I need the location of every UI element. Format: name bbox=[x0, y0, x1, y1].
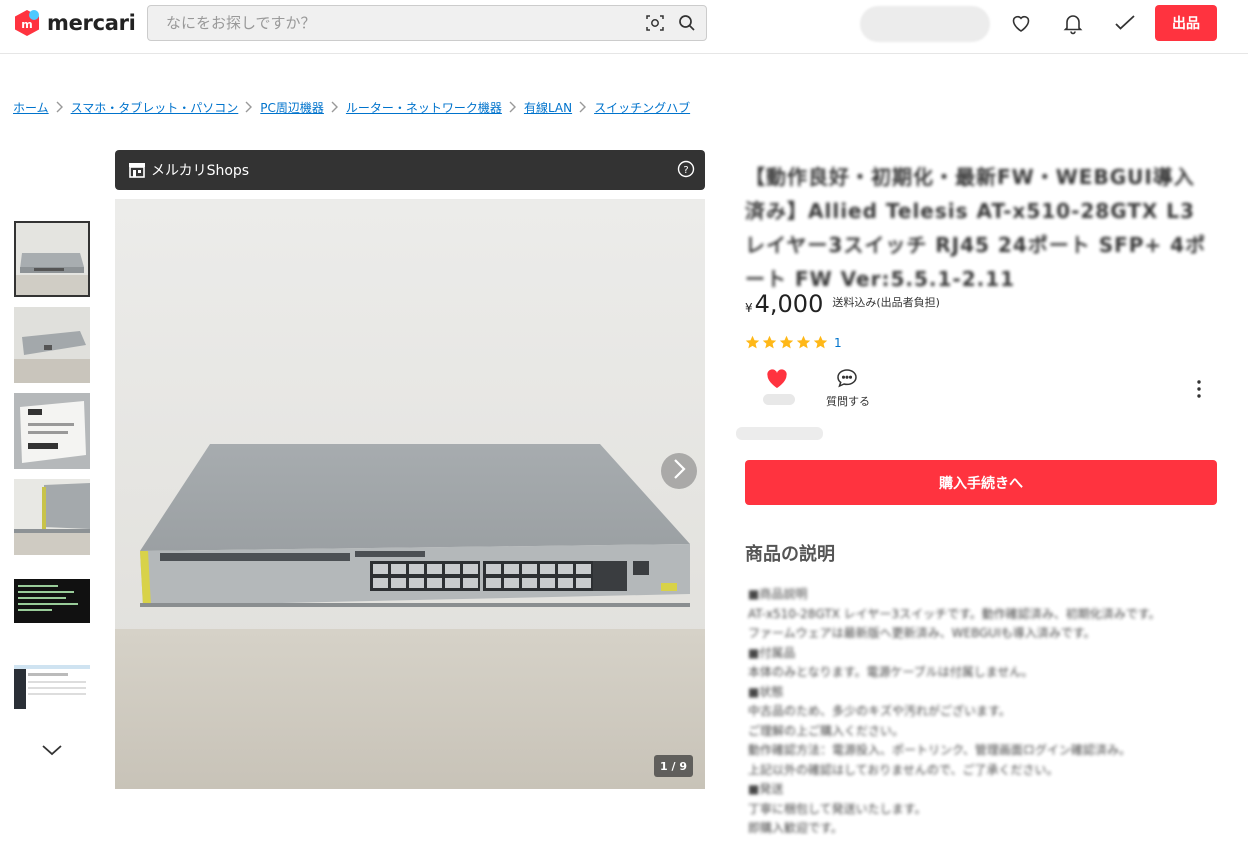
svg-text:m: m bbox=[21, 18, 32, 31]
bell-icon[interactable] bbox=[1061, 11, 1085, 35]
star-icon bbox=[745, 335, 760, 350]
network-switch-photo bbox=[115, 199, 705, 789]
thumbnail-5[interactable] bbox=[14, 565, 90, 641]
next-image-button[interactable] bbox=[661, 453, 697, 489]
sell-button[interactable]: 出品 bbox=[1155, 5, 1217, 41]
product-description: ■商品説明 AT-x510-28GTX レイヤー3スイッチです。動作確認済み、初… bbox=[748, 587, 1161, 835]
thumbnail-3[interactable] bbox=[14, 393, 90, 469]
ask-question-label: 質問する bbox=[826, 395, 870, 408]
star-icon bbox=[762, 335, 777, 350]
user-account-area[interactable] bbox=[860, 6, 990, 42]
ask-question-button[interactable]: 質問する bbox=[820, 367, 876, 411]
breadcrumb-home[interactable]: ホーム bbox=[13, 99, 49, 116]
mercari-logo-icon: m bbox=[13, 9, 41, 37]
buy-button[interactable]: 購入手続きへ bbox=[745, 460, 1217, 505]
heart-icon[interactable] bbox=[1009, 11, 1033, 35]
shipping-note: 送料込み(出品者負担) bbox=[832, 296, 940, 309]
star-icon bbox=[813, 335, 828, 350]
shops-label: メルカリShops bbox=[151, 163, 250, 179]
thumbnail-4[interactable] bbox=[14, 479, 90, 555]
breadcrumb-category-1[interactable]: スマホ・タブレット・パソコン bbox=[71, 99, 239, 116]
mercari-shops-bar: メルカリShops ? bbox=[115, 150, 705, 190]
breadcrumb-category-4[interactable]: 有線LAN bbox=[524, 99, 572, 116]
breadcrumb: ホーム スマホ・タブレット・パソコン PC周辺機器 ルーター・ネットワーク機器 … bbox=[13, 98, 690, 116]
description-heading: 商品の説明 bbox=[745, 544, 835, 565]
redacted-info bbox=[736, 427, 823, 440]
main-product-image[interactable]: 1 / 9 bbox=[115, 199, 705, 789]
search-input[interactable] bbox=[148, 6, 628, 40]
product-title: 【動作良好・初期化・最新FW・WEBGUI導入済み】Allied Telesis… bbox=[745, 165, 1207, 291]
price-block: ¥ 4,000 送料込み(出品者負担) bbox=[745, 290, 940, 318]
help-icon[interactable]: ? bbox=[677, 160, 695, 178]
search-box[interactable] bbox=[147, 5, 707, 41]
shop-icon bbox=[127, 160, 147, 180]
rating-count[interactable]: 1 bbox=[834, 336, 842, 350]
thumbnail-1[interactable] bbox=[14, 221, 90, 297]
chevron-right-icon bbox=[240, 100, 258, 114]
chevron-right-icon bbox=[51, 100, 69, 114]
check-icon[interactable] bbox=[1113, 11, 1137, 35]
comment-icon bbox=[836, 368, 858, 388]
scan-icon[interactable] bbox=[646, 14, 664, 32]
heart-icon bbox=[766, 369, 788, 389]
star-icon bbox=[779, 335, 794, 350]
breadcrumb-category-5[interactable]: スイッチングハブ bbox=[594, 99, 690, 116]
chevron-right-icon bbox=[672, 458, 686, 484]
mercari-logo[interactable]: m mercari bbox=[13, 9, 136, 37]
price-currency: ¥ bbox=[745, 301, 753, 315]
svg-text:?: ? bbox=[683, 165, 688, 176]
site-header: m mercari 出品 bbox=[0, 0, 1248, 54]
chevron-right-icon bbox=[574, 100, 592, 114]
more-options-icon[interactable] bbox=[1190, 378, 1208, 400]
chevron-right-icon bbox=[504, 100, 522, 114]
breadcrumb-category-3[interactable]: ルーター・ネットワーク機器 bbox=[346, 99, 502, 116]
like-count bbox=[763, 394, 795, 405]
breadcrumb-category-2[interactable]: PC周辺機器 bbox=[260, 99, 324, 116]
thumbnail-6[interactable] bbox=[14, 651, 90, 727]
chevron-down-icon[interactable] bbox=[40, 742, 64, 758]
thumbnail-2[interactable] bbox=[14, 307, 90, 383]
price-amount: 4,000 bbox=[754, 290, 824, 318]
chevron-right-icon bbox=[326, 100, 344, 114]
image-counter: 1 / 9 bbox=[654, 755, 693, 777]
search-icon[interactable] bbox=[678, 14, 696, 32]
like-button[interactable] bbox=[760, 367, 796, 407]
logo-text: mercari bbox=[47, 11, 136, 35]
star-icon bbox=[796, 335, 811, 350]
seller-rating[interactable]: 1 bbox=[745, 335, 842, 350]
